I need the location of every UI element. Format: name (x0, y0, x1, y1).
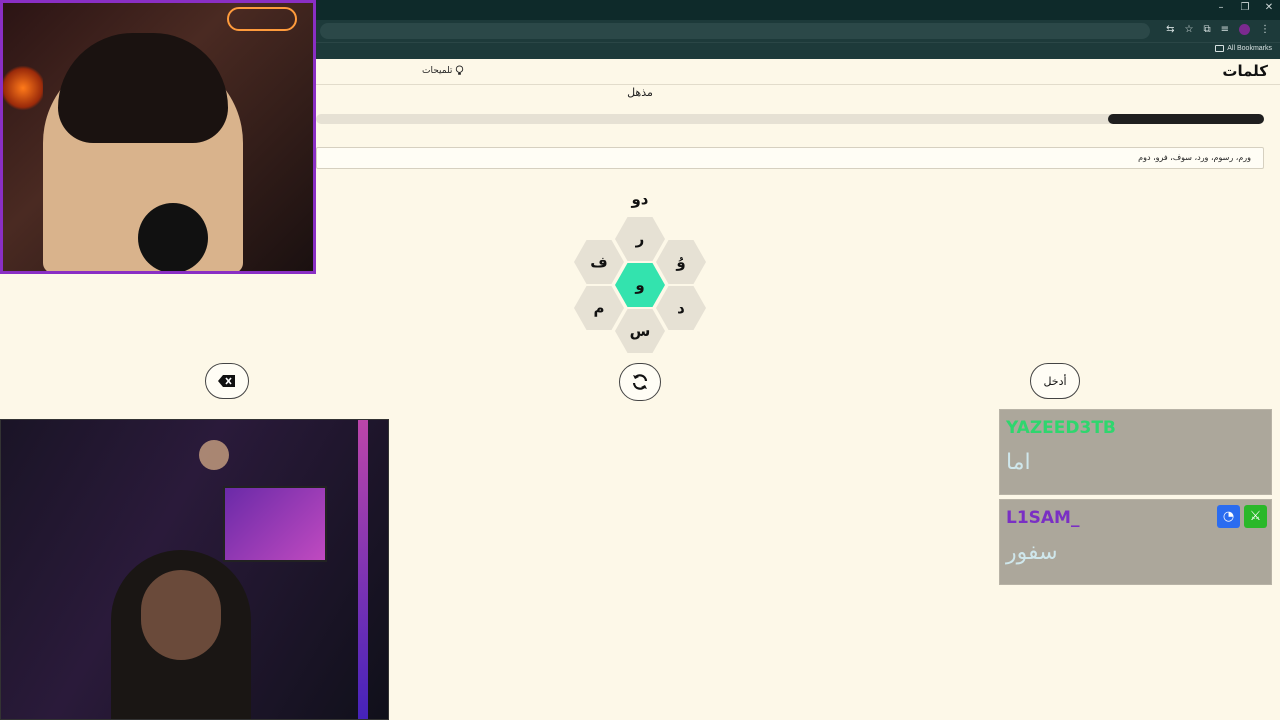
hex-letter-lower-right[interactable]: د (656, 286, 706, 330)
enter-button[interactable]: أدخل (1030, 363, 1080, 399)
moderator-badge-icon: ◔ (1217, 505, 1240, 528)
menu-icon[interactable]: ⋮ (1260, 24, 1270, 35)
found-words-text: ورم، رسوم، ورد، سوف، فرو، دوم (1138, 153, 1251, 162)
all-bookmarks-button[interactable]: All Bookmarks (1215, 45, 1272, 52)
microphone (138, 203, 208, 271)
window-controls: – ❐ ✕ (1216, 2, 1274, 13)
hex-letter-bottom[interactable]: س (615, 309, 665, 353)
enter-button-label: أدخل (1043, 374, 1067, 388)
lightbulb-icon (456, 65, 464, 75)
hex-letter-lower-left[interactable]: م (574, 286, 624, 330)
lamp (199, 440, 229, 470)
extensions-icon[interactable]: ⧉ (1203, 24, 1210, 35)
progress-bar (316, 114, 1264, 124)
folder-icon (1215, 45, 1225, 52)
profile-avatar[interactable] (1239, 24, 1250, 35)
found-words-box[interactable]: ورم، رسوم، ورد، سوف، فرو، دوم (316, 147, 1264, 169)
refresh-icon (632, 374, 648, 390)
app-title: كلمات (1222, 62, 1268, 80)
streamer-hair (58, 33, 228, 143)
chat-message: YAZEED3TB اما (999, 409, 1272, 495)
neon-sign (227, 7, 297, 31)
star-icon[interactable]: ☆ (1185, 24, 1194, 35)
sword-badge-icon: ⚔ (1244, 505, 1267, 528)
backspace-icon (218, 375, 235, 387)
chat-text: اما (1006, 450, 1031, 475)
fireplace (3, 63, 43, 113)
address-bar[interactable] (320, 23, 1150, 39)
hex-letter-top[interactable]: ر (615, 217, 665, 261)
media-icon[interactable]: ≡ (1221, 24, 1229, 35)
hints-label: تلميحات (422, 65, 453, 76)
chat-text: سفور (1006, 540, 1058, 565)
current-word: دو (631, 190, 649, 208)
rgb-light (358, 420, 368, 719)
minimize-icon[interactable]: – (1216, 2, 1226, 13)
chat-username: L1SAM_ (1006, 508, 1080, 528)
chat-badges: ◔ ⚔ (1217, 505, 1267, 528)
guest-webcam (0, 419, 389, 720)
progress-fill (1107, 114, 1264, 124)
chat-username: YAZEED3TB (1006, 418, 1116, 438)
background-monitor (223, 486, 327, 562)
streamer-webcam (0, 0, 316, 274)
hex-letter-center[interactable]: و (615, 263, 665, 307)
translate-icon[interactable]: ⇆ (1166, 24, 1174, 35)
delete-button[interactable] (205, 363, 249, 399)
close-icon[interactable]: ✕ (1264, 2, 1274, 13)
hints-button[interactable]: تلميحات (422, 65, 464, 76)
chat-message: L1SAM_ ◔ ⚔ سفور (999, 499, 1272, 585)
restore-icon[interactable]: ❐ (1240, 2, 1250, 13)
toolbar-icons: ⇆ ☆ ⧉ ≡ ⋮ (1166, 24, 1270, 35)
hex-letter-upper-right[interactable]: وُ (656, 240, 706, 284)
shuffle-button[interactable] (619, 363, 661, 401)
guest-face (141, 570, 221, 660)
all-bookmarks-label: All Bookmarks (1227, 45, 1272, 52)
hex-letter-upper-left[interactable]: ف (574, 240, 624, 284)
